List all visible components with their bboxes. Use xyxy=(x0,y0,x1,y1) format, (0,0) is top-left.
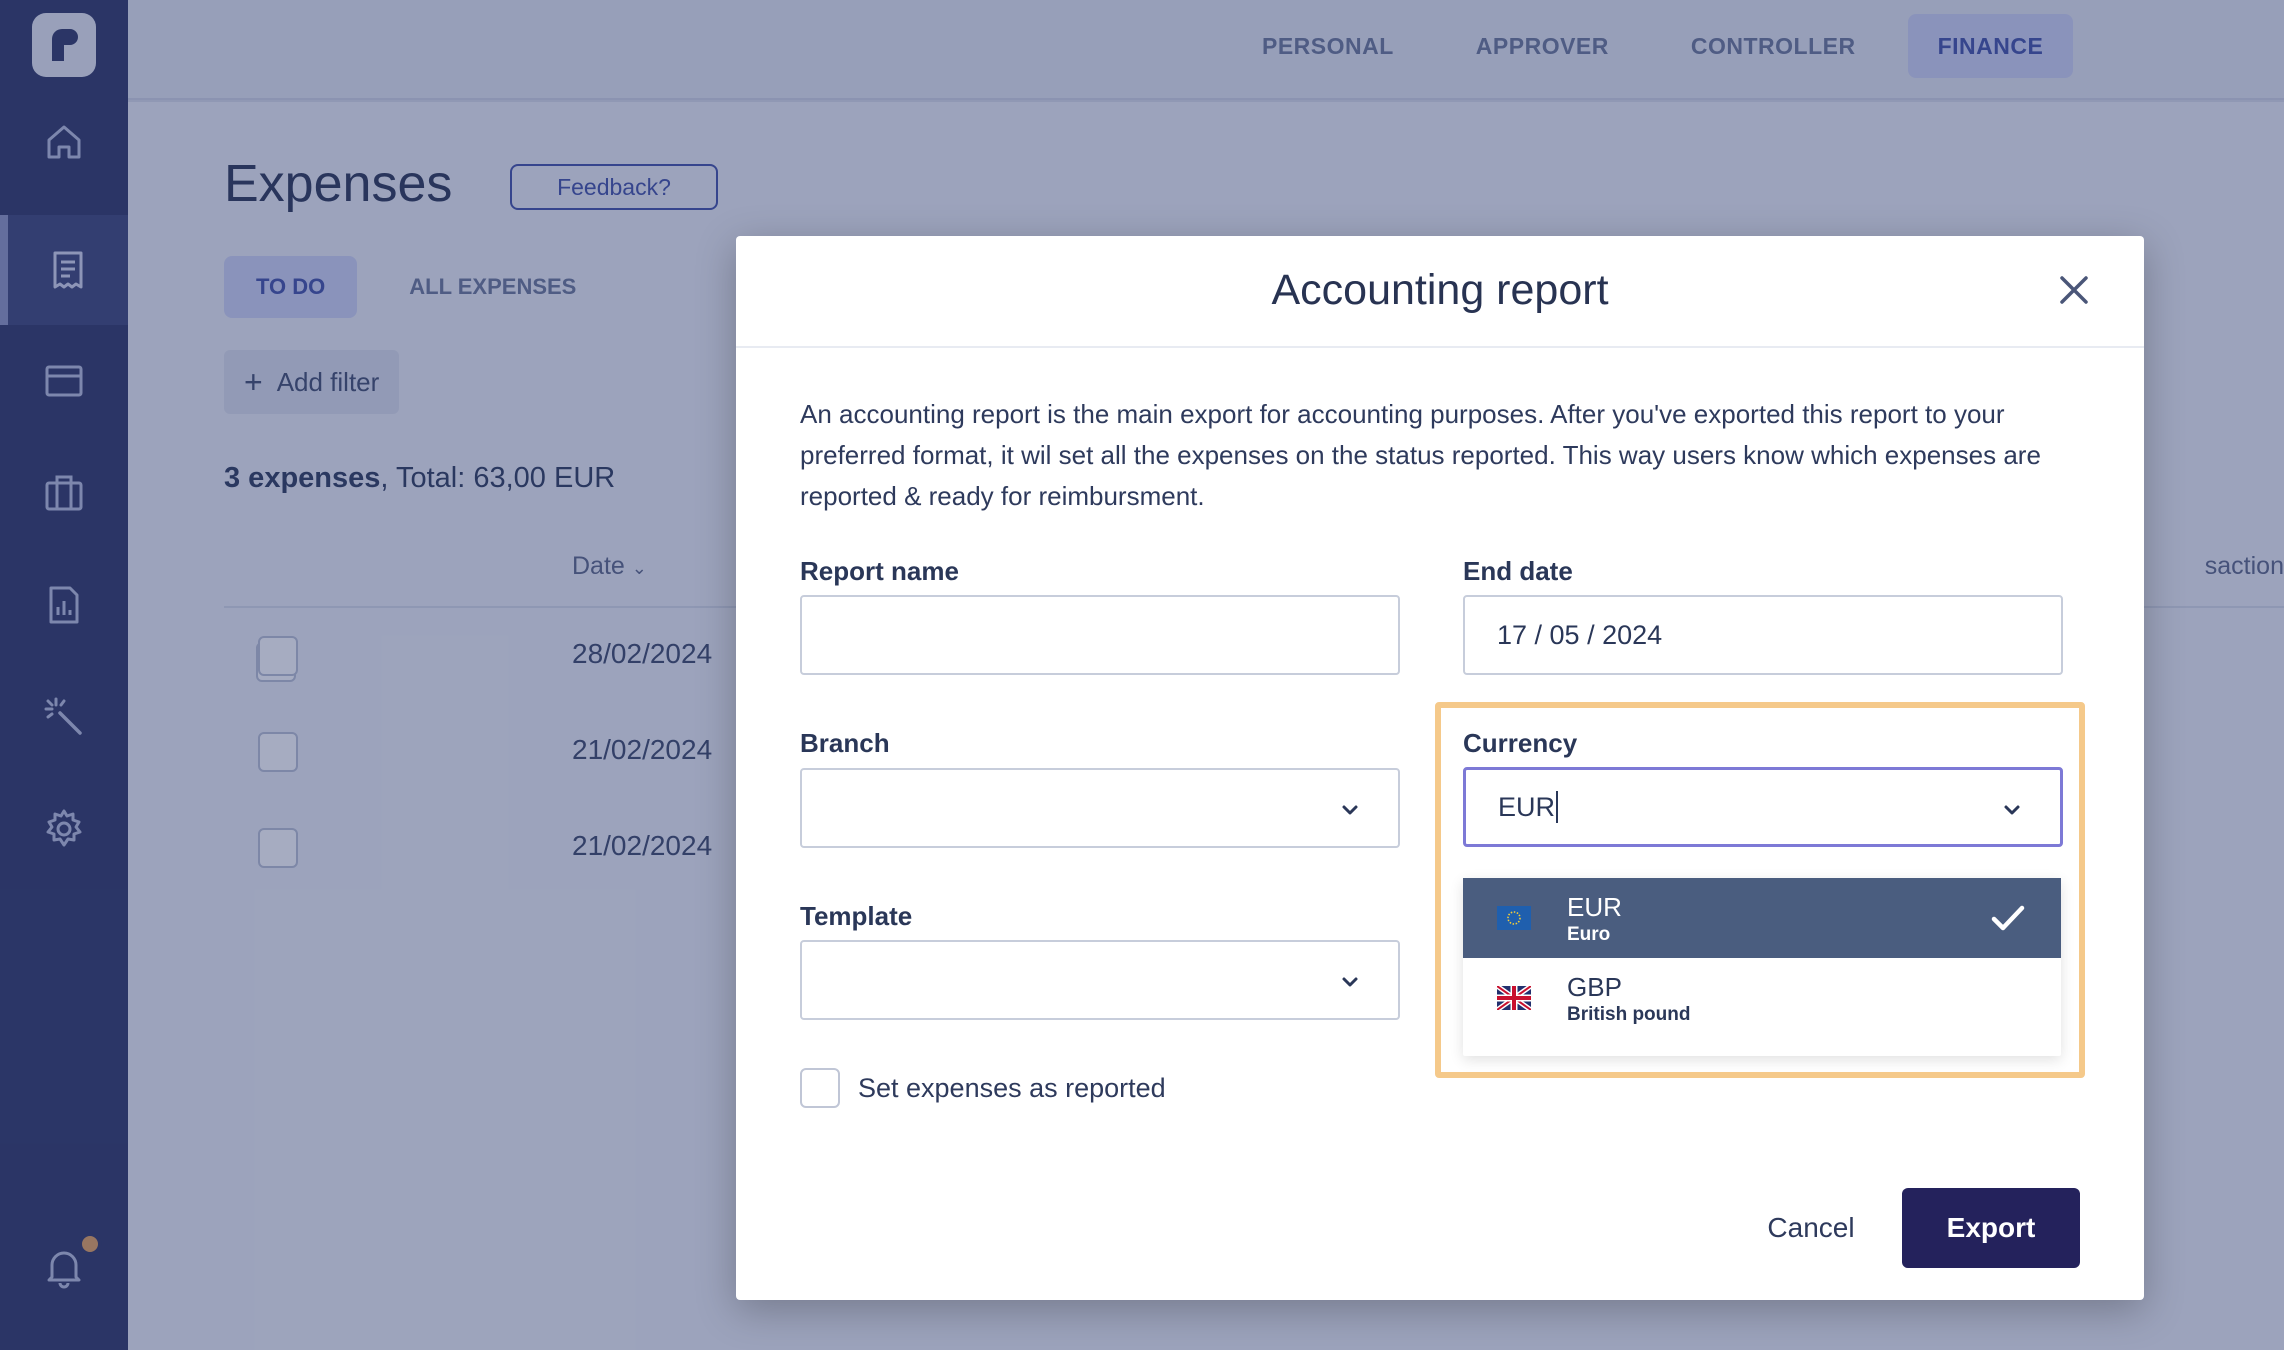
modal-header: Accounting report xyxy=(736,236,2144,348)
end-date-value: 17 / 05 / 2024 xyxy=(1497,619,1663,650)
text-caret xyxy=(1556,791,1559,823)
template-select[interactable] xyxy=(800,940,1400,1020)
currency-dropdown: EUR Euro GBP British pound xyxy=(1463,878,2061,1056)
currency-label: Currency xyxy=(1463,728,1578,758)
end-date-input[interactable]: 17 / 05 / 2024 xyxy=(1463,595,2063,675)
chevron-down-icon xyxy=(1342,805,1358,815)
end-date-label: End date xyxy=(1463,556,1573,586)
set-reported-checkbox[interactable] xyxy=(800,1068,840,1108)
modal-title: Accounting report xyxy=(1271,266,1609,314)
chevron-down-icon xyxy=(2004,805,2020,815)
modal-description: An accounting report is the main export … xyxy=(800,399,2041,511)
accounting-report-modal: Accounting report An accounting report i… xyxy=(736,236,2144,1300)
template-label: Template xyxy=(800,901,913,931)
set-reported-label: Set expenses as reported xyxy=(858,1072,1166,1103)
option-code: EUR xyxy=(1567,892,1622,922)
currency-option-gbp[interactable]: GBP British pound xyxy=(1463,958,2061,1038)
branch-select[interactable] xyxy=(800,768,1400,848)
close-icon[interactable] xyxy=(2056,272,2092,308)
option-name: Euro xyxy=(1567,924,1611,945)
set-reported-row[interactable]: Set expenses as reported xyxy=(800,1068,1166,1108)
eu-flag-icon xyxy=(1497,906,1531,930)
currency-value: EUR xyxy=(1498,791,1556,822)
export-button[interactable]: Export xyxy=(1902,1188,2080,1268)
check-icon xyxy=(1991,905,2025,931)
report-name-label: Report name xyxy=(800,556,959,586)
cancel-button[interactable]: Cancel xyxy=(1746,1188,1876,1268)
branch-label: Branch xyxy=(800,728,890,758)
option-name: British pound xyxy=(1567,1004,1691,1025)
uk-flag-icon xyxy=(1497,986,1531,1010)
currency-select[interactable]: EUR xyxy=(1463,767,2063,847)
report-name-input[interactable] xyxy=(800,595,1400,675)
chevron-down-icon xyxy=(1342,977,1358,987)
currency-option-eur[interactable]: EUR Euro xyxy=(1463,878,2061,958)
option-code: GBP xyxy=(1567,972,1622,1002)
